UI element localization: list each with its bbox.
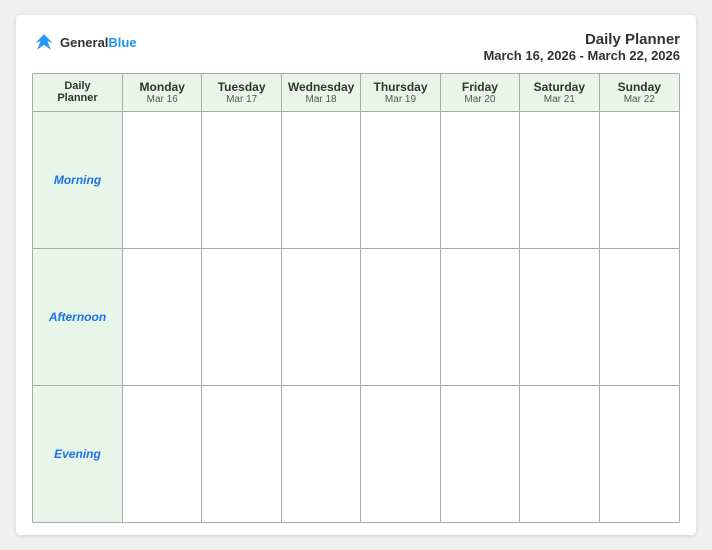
cell-morning-tue[interactable] xyxy=(202,112,281,248)
cell-afternoon-tue[interactable] xyxy=(202,249,281,385)
time-rows: MorningAfternoonEvening xyxy=(33,112,679,522)
cell-evening-sun[interactable] xyxy=(600,386,679,522)
row-label-morning: Morning xyxy=(33,112,123,248)
col-day-name-label: DailyPlanner xyxy=(35,80,120,104)
cell-morning-fri[interactable] xyxy=(441,112,520,248)
cell-evening-wed[interactable] xyxy=(282,386,361,522)
col-day-name-wed: Wednesday xyxy=(284,80,358,94)
col-day-name-tue: Tuesday xyxy=(204,80,278,94)
cell-evening-sat[interactable] xyxy=(520,386,599,522)
col-day-name-sat: Saturday xyxy=(522,80,596,94)
page-title: Daily Planner xyxy=(483,31,680,48)
col-header-sun: SundayMar 22 xyxy=(600,74,679,111)
time-row-morning: Morning xyxy=(33,112,679,249)
cell-afternoon-sun[interactable] xyxy=(600,249,679,385)
cell-morning-sun[interactable] xyxy=(600,112,679,248)
cell-evening-mon[interactable] xyxy=(123,386,202,522)
cell-afternoon-fri[interactable] xyxy=(441,249,520,385)
date-range: March 16, 2026 - March 22, 2026 xyxy=(483,48,680,63)
bird-icon xyxy=(32,31,56,55)
logo-blue: Blue xyxy=(108,35,136,50)
col-header-thu: ThursdayMar 19 xyxy=(361,74,440,111)
cell-morning-wed[interactable] xyxy=(282,112,361,248)
cell-evening-fri[interactable] xyxy=(441,386,520,522)
col-day-name-mon: Monday xyxy=(125,80,199,94)
cell-evening-tue[interactable] xyxy=(202,386,281,522)
col-day-date-tue: Mar 17 xyxy=(204,94,278,105)
col-header-mon: MondayMar 16 xyxy=(123,74,202,111)
col-day-date-mon: Mar 16 xyxy=(125,94,199,105)
col-day-name-sun: Sunday xyxy=(602,80,677,94)
cell-afternoon-thu[interactable] xyxy=(361,249,440,385)
col-day-date-sun: Mar 22 xyxy=(602,94,677,105)
time-row-afternoon: Afternoon xyxy=(33,249,679,386)
header: GeneralBlue Daily Planner March 16, 2026… xyxy=(32,31,680,63)
cell-morning-mon[interactable] xyxy=(123,112,202,248)
cell-morning-thu[interactable] xyxy=(361,112,440,248)
row-label-afternoon: Afternoon xyxy=(33,249,123,385)
row-label-evening: Evening xyxy=(33,386,123,522)
cell-afternoon-wed[interactable] xyxy=(282,249,361,385)
column-headers: DailyPlannerMondayMar 16TuesdayMar 17Wed… xyxy=(33,74,679,112)
col-header-tue: TuesdayMar 17 xyxy=(202,74,281,111)
col-header-fri: FridayMar 20 xyxy=(441,74,520,111)
col-header-wed: WednesdayMar 18 xyxy=(282,74,361,111)
title-block: Daily Planner March 16, 2026 - March 22,… xyxy=(483,31,680,63)
cell-afternoon-sat[interactable] xyxy=(520,249,599,385)
col-header-label: DailyPlanner xyxy=(33,74,123,111)
logo-general: General xyxy=(60,35,108,50)
cell-morning-sat[interactable] xyxy=(520,112,599,248)
calendar: DailyPlannerMondayMar 16TuesdayMar 17Wed… xyxy=(32,73,680,523)
col-day-date-sat: Mar 21 xyxy=(522,94,596,105)
page: GeneralBlue Daily Planner March 16, 2026… xyxy=(16,15,696,535)
cell-afternoon-mon[interactable] xyxy=(123,249,202,385)
logo: GeneralBlue xyxy=(32,31,137,55)
cell-evening-thu[interactable] xyxy=(361,386,440,522)
time-row-evening: Evening xyxy=(33,386,679,522)
col-day-date-wed: Mar 18 xyxy=(284,94,358,105)
col-day-name-thu: Thursday xyxy=(363,80,437,94)
col-day-date-fri: Mar 20 xyxy=(443,94,517,105)
col-header-sat: SaturdayMar 21 xyxy=(520,74,599,111)
col-day-name-fri: Friday xyxy=(443,80,517,94)
col-day-date-thu: Mar 19 xyxy=(363,94,437,105)
